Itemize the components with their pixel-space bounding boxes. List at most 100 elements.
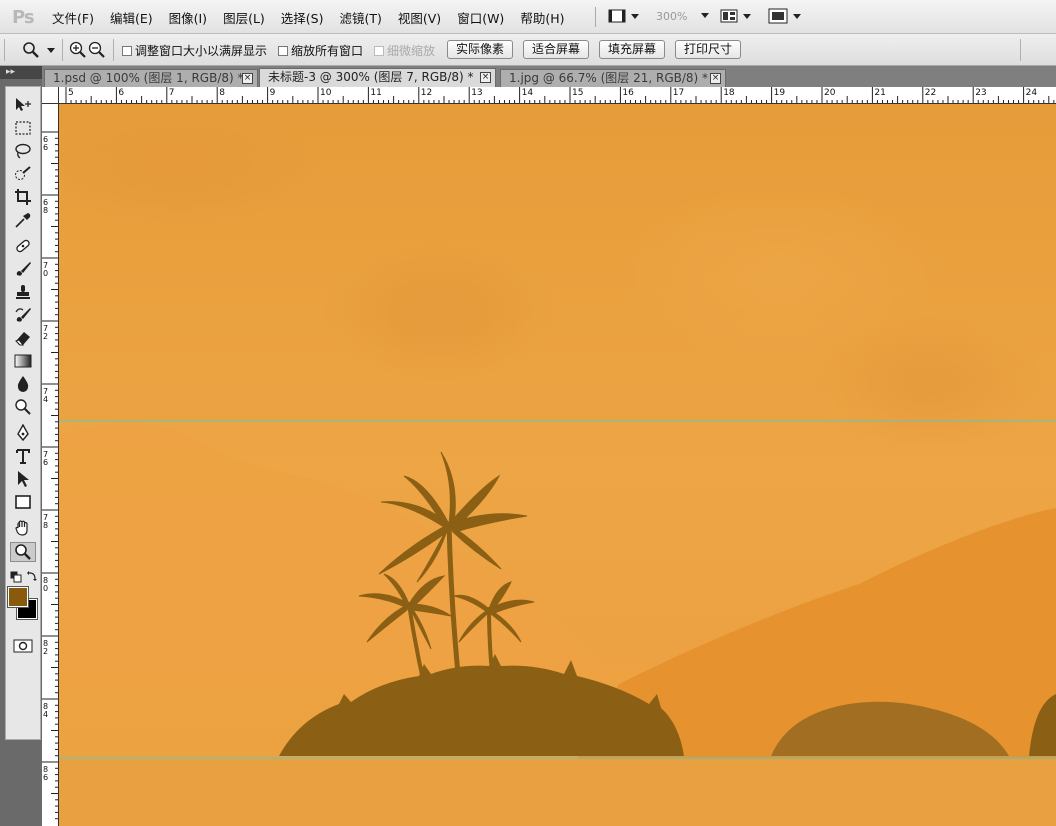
menu-help[interactable]: 帮助(H) <box>520 8 564 27</box>
screen-mode-dropdown[interactable] <box>608 8 639 24</box>
history-brush-icon[interactable] <box>10 305 36 325</box>
options-bar: 调整窗口大小以满屏显示 缩放所有窗口 细微缩放 实际像素 适合屏幕 填充屏幕 打… <box>0 34 1056 66</box>
arrange-documents-dropdown[interactable] <box>720 8 751 24</box>
checkbox-box[interactable] <box>278 45 288 56</box>
marquee-icon[interactable] <box>10 118 36 138</box>
zoom-all-windows-checkbox[interactable]: 缩放所有窗口 <box>278 42 363 59</box>
collapse-panel-icon[interactable]: ▸▸ <box>0 66 42 79</box>
menu-select[interactable]: 选择(S) <box>281 8 324 27</box>
ruler-label: 70 <box>43 261 49 278</box>
eyedropper-icon[interactable] <box>10 210 36 230</box>
clone-stamp-icon[interactable] <box>10 282 36 302</box>
ruler-label: 72 <box>43 324 49 341</box>
guide-upper-zone <box>59 104 1056 422</box>
zoom-tool-button[interactable] <box>10 542 36 562</box>
menu-items: 文件(F) 编辑(E) 图像(I) 图层(L) 选择(S) 滤镜(T) 视图(V… <box>52 8 580 27</box>
ruler-label: 20 <box>824 88 836 98</box>
quick-mask-icon[interactable] <box>13 639 33 656</box>
foreground-color-swatch[interactable] <box>7 586 29 608</box>
ruler-label: 68 <box>43 198 49 215</box>
screen-view-dropdown[interactable] <box>768 8 801 24</box>
lasso-icon[interactable] <box>10 141 36 161</box>
zoom-in-icon[interactable] <box>69 41 87 59</box>
blur-icon[interactable] <box>10 374 36 394</box>
zoom-out-icon[interactable] <box>88 41 106 59</box>
swap-colors-icon[interactable] <box>26 570 38 585</box>
menu-filter[interactable]: 滤镜(T) <box>339 8 381 27</box>
below-guide-area <box>59 759 1056 826</box>
close-icon[interactable]: × <box>710 73 721 84</box>
document-canvas[interactable] <box>59 104 1056 826</box>
scrubby-zoom-checkbox[interactable]: 细微缩放 <box>374 42 435 59</box>
actual-pixels-button[interactable]: 实际像素 <box>447 40 514 59</box>
tab-label: 1.psd @ 100% (图层 1, RGB/8) * <box>53 71 244 85</box>
menu-image[interactable]: 图像(I) <box>169 8 207 27</box>
tab-1-psd[interactable]: 1.psd @ 100% (图层 1, RGB/8) * × <box>44 69 258 87</box>
ruler-label: 82 <box>43 639 49 656</box>
type-icon[interactable] <box>10 446 36 466</box>
checkbox-box[interactable] <box>374 45 384 56</box>
gradient-icon[interactable] <box>10 351 36 371</box>
healing-brush-icon[interactable] <box>10 236 36 256</box>
ruler-label: 66 <box>43 135 49 152</box>
menu-layer[interactable]: 图层(L) <box>223 8 265 27</box>
zoom-icon <box>15 544 31 560</box>
default-colors-icon[interactable] <box>10 571 22 586</box>
path-select-icon[interactable] <box>10 469 36 489</box>
tool-preset-picker[interactable] <box>22 41 55 59</box>
tab-untitled-3[interactable]: 未标题-3 @ 300% (图层 7, RGB/8) * × <box>259 68 496 87</box>
ruler-label: 19 <box>773 88 786 98</box>
menu-file[interactable]: 文件(F) <box>52 8 94 27</box>
move-icon[interactable] <box>10 94 36 114</box>
ruler-label: 6 <box>118 88 125 98</box>
chevron-down-icon <box>743 13 751 19</box>
checkbox-box[interactable] <box>122 45 132 56</box>
tools-panel: ▸▸ <box>0 66 42 826</box>
ruler-label: 86 <box>43 765 49 782</box>
tool-strip <box>5 86 41 740</box>
pen-icon[interactable] <box>10 423 36 443</box>
menu-window[interactable]: 窗口(W) <box>457 8 504 27</box>
zoom-level-dropdown[interactable] <box>696 13 709 18</box>
dodge-icon[interactable] <box>10 397 36 417</box>
ruler-label: 21 <box>874 88 886 98</box>
film-strip-icon <box>608 9 626 23</box>
ruler-label: 18 <box>723 88 735 98</box>
grip <box>4 39 5 61</box>
resize-windows-checkbox[interactable]: 调整窗口大小以满屏显示 <box>122 42 267 59</box>
zoom-all-windows-label: 缩放所有窗口 <box>291 44 364 58</box>
separator <box>113 39 114 61</box>
hand-icon[interactable] <box>10 518 36 538</box>
ruler-label: 24 <box>1025 88 1038 98</box>
ruler-label: 80 <box>43 576 49 593</box>
menu-edit[interactable]: 编辑(E) <box>110 8 153 27</box>
vertical-ruler[interactable]: 66 68 70 72 74 76 78 80 82 84 86 <box>42 104 59 826</box>
ruler-origin[interactable] <box>42 87 59 104</box>
ruler-label: 7 <box>168 88 175 98</box>
scrubby-zoom-label: 细微缩放 <box>387 44 436 58</box>
canvas-artwork <box>59 104 1056 826</box>
eraser-icon[interactable] <box>10 328 36 348</box>
close-icon[interactable]: × <box>242 73 253 84</box>
close-icon[interactable]: × <box>480 72 491 83</box>
ruler-label: 5 <box>68 88 74 98</box>
horizontal-ruler-ticks <box>65 87 1055 103</box>
chevron-down-icon <box>47 47 55 53</box>
crop-icon[interactable] <box>10 187 36 207</box>
tab-1-jpg[interactable]: 1.jpg @ 66.7% (图层 21, RGB/8) * × <box>500 69 726 87</box>
shape-icon[interactable] <box>10 492 36 512</box>
document-tabs: 1.psd @ 100% (图层 1, RGB/8) * × 未标题-3 @ 3… <box>42 66 1056 87</box>
chevron-down-icon <box>631 13 639 19</box>
print-size-button[interactable]: 打印尺寸 <box>675 40 742 59</box>
horizontal-ruler[interactable]: 5 6 7 8 9 10 11 12 13 14 15 16 17 18 19 20 21 22 23 24 <box>59 87 1056 104</box>
tab-label: 未标题-3 @ 300% (图层 7, RGB/8) * <box>268 70 474 84</box>
ruler-label: 84 <box>43 702 49 719</box>
fit-screen-button[interactable]: 适合屏幕 <box>523 40 590 59</box>
menu-view[interactable]: 视图(V) <box>398 8 441 27</box>
fill-screen-button[interactable]: 填充屏幕 <box>599 40 666 59</box>
screen-mode-icon <box>768 8 788 24</box>
ruler-label: 74 <box>43 387 49 404</box>
quick-select-icon[interactable] <box>10 164 36 184</box>
brush-icon[interactable] <box>10 259 36 279</box>
zoom-level[interactable]: 300% <box>656 10 687 23</box>
